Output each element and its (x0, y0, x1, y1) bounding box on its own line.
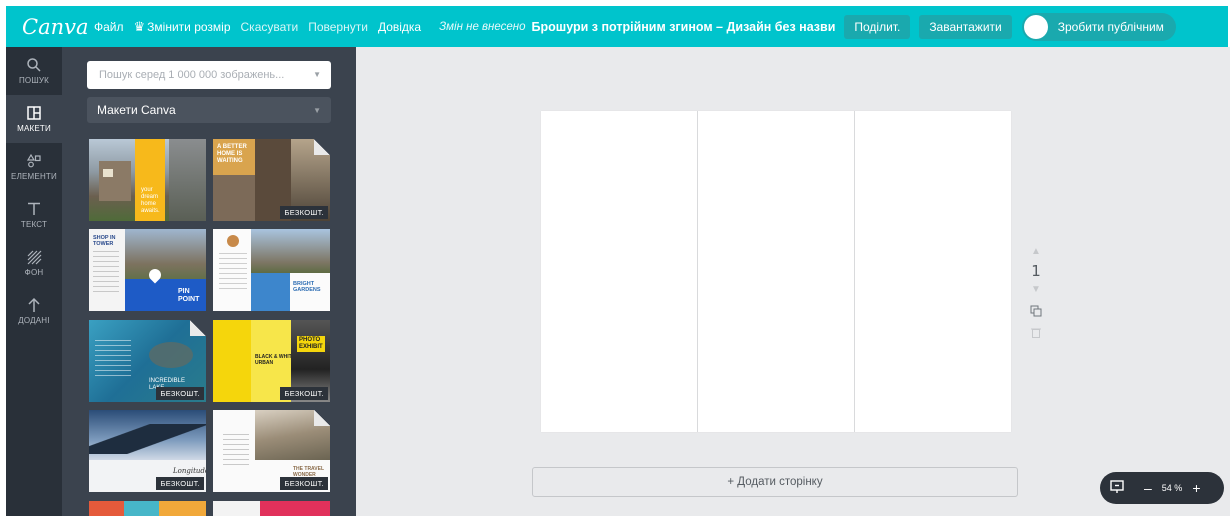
fold-guide (854, 111, 855, 432)
template-thumb-dream-home[interactable]: your dream home awaits. (89, 139, 206, 221)
rail-item-uploads[interactable]: ДОДАНІ (6, 287, 62, 335)
zoom-controls: – 54 % + (1100, 472, 1224, 504)
zoom-in-button[interactable]: + (1192, 480, 1200, 496)
chevron-down-icon[interactable]: ▼ (313, 70, 321, 79)
publish-toggle[interactable]: Зробити публічним (1021, 12, 1176, 41)
present-icon[interactable] (1110, 479, 1124, 497)
rail-item-background[interactable]: ФОН (6, 239, 62, 287)
layouts-select[interactable]: Макети Canva ▼ (87, 97, 331, 123)
search-icon (27, 58, 41, 72)
free-badge: БЕЗКОШТ. (280, 387, 328, 400)
template-thumb-longitude[interactable]: Longitude БЕЗКОШТ. (89, 410, 206, 492)
design-page[interactable] (541, 111, 1011, 432)
thumb-photo-right (169, 139, 206, 221)
window-shape (103, 169, 113, 177)
save-status: Змін не внесено (439, 20, 526, 33)
text-icon (28, 202, 40, 215)
template-thumb-pin-point[interactable]: SHOP IN TOWER PIN POINT (89, 229, 206, 311)
free-badge: БЕЗКОШТ. (280, 477, 328, 490)
template-thumb-travel-wonder[interactable]: THE TRAVEL WONDER БЕЗКОШТ. (213, 410, 330, 492)
upload-icon (28, 297, 40, 312)
chevron-down-icon: ▼ (313, 106, 321, 115)
rail-item-text[interactable]: ТЕКСТ (6, 191, 62, 239)
template-thumb-partial[interactable] (89, 501, 206, 516)
delete-page-icon[interactable] (1026, 322, 1046, 342)
free-badge: БЕЗКОШТ. (156, 387, 204, 400)
rail-item-layouts[interactable]: МАКЕТИ (6, 95, 62, 143)
free-badge: БЕЗКОШТ. (156, 477, 204, 490)
redo-button[interactable]: Повернути (308, 20, 368, 34)
template-thumb-photo-exhibit[interactable]: BLACK & WHITE URBAN PHOTO EXHIBIT БЕЗКОШ… (213, 320, 330, 402)
top-toolbar: Canva Файл ♛ Змінити розмір Скасувати Пов… (6, 6, 1228, 47)
design-workspace: ▲ 1 ▼ + Додати сторінку – 54 % + (356, 47, 1230, 516)
zoom-level[interactable]: 54 % (1162, 483, 1183, 493)
document-title[interactable]: Брошури з потрійним згином – Дизайн без … (532, 20, 836, 34)
page-number: 1 (1031, 262, 1041, 280)
page-fold (190, 320, 206, 336)
rail-item-elements[interactable]: ЕЛЕМЕНТИ (6, 143, 62, 191)
undo-button[interactable]: Скасувати (241, 20, 299, 34)
resize-button[interactable]: ♛ Змінити розмір (134, 19, 231, 35)
add-page-button[interactable]: + Додати сторінку (532, 467, 1018, 497)
canva-logo[interactable]: Canva (6, 15, 94, 39)
file-menu[interactable]: Файл (94, 20, 124, 34)
template-thumb-partial[interactable] (213, 501, 330, 516)
house-shape (99, 161, 131, 201)
layouts-icon (27, 106, 41, 120)
templates-panel: Пошук серед 1 000 000 зображень... ▼ Мак… (62, 47, 356, 516)
move-up-icon[interactable]: ▲ (1026, 242, 1046, 262)
fold-guide (697, 111, 698, 432)
template-thumb-incredible-lake[interactable]: INCREDIBLE LAKE БЕЗКОШТ. (89, 320, 206, 402)
left-rail: ПОШУК МАКЕТИ ЕЛЕМЕНТИ ТЕКСТ ФОН ДОДАНІ (6, 47, 62, 516)
page-tools: ▲ 1 ▼ (1026, 242, 1046, 342)
zoom-out-button[interactable]: – (1144, 480, 1152, 496)
image-search-input[interactable]: Пошук серед 1 000 000 зображень... ▼ (87, 61, 331, 89)
move-down-icon[interactable]: ▼ (1026, 280, 1046, 300)
page-fold (314, 410, 330, 426)
template-thumb-better-home[interactable]: A BETTER HOME IS WAITING БЕЗКОШТ. (213, 139, 330, 221)
free-badge: БЕЗКОШТ. (280, 206, 328, 219)
template-thumb-bright-gardens[interactable]: BRIGHT GARDENS (213, 229, 330, 311)
elements-icon (26, 153, 41, 168)
help-menu[interactable]: Довідка (378, 20, 421, 34)
crown-icon: ♛ (133, 18, 146, 34)
rail-item-search[interactable]: ПОШУК (6, 47, 62, 95)
share-button[interactable]: Поділит. (844, 14, 911, 39)
toggle-knob (1023, 14, 1048, 39)
background-icon (27, 250, 42, 265)
duplicate-page-icon[interactable] (1026, 300, 1046, 322)
page-fold (314, 139, 330, 155)
canva-editor: Canva Файл ♛ Змінити розмір Скасувати Пов… (0, 0, 1230, 516)
download-button[interactable]: Завантажити (919, 14, 1012, 39)
